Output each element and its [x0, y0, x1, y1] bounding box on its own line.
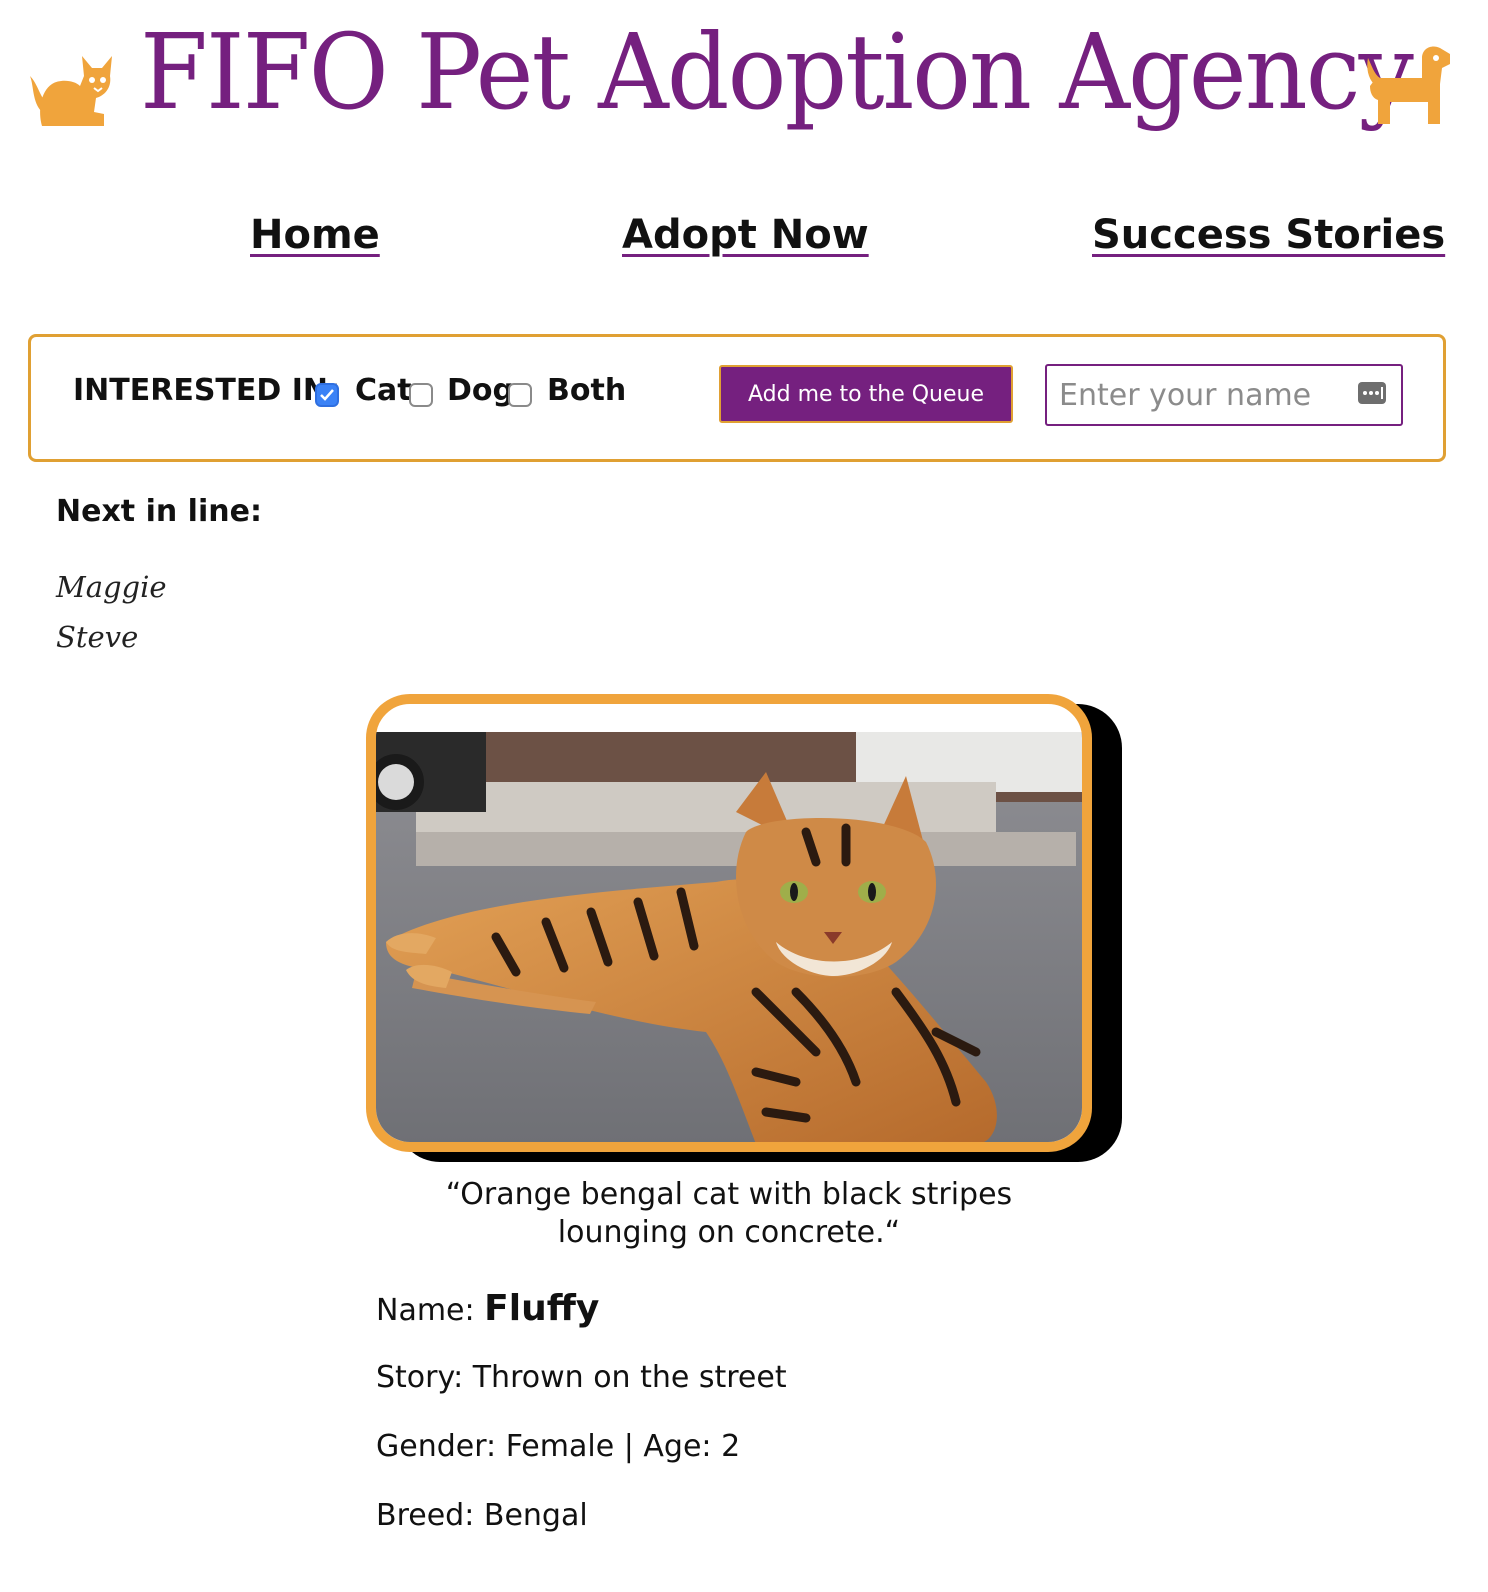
- field-separator: |: [623, 1429, 634, 1464]
- pet-name-label: Name:: [376, 1293, 475, 1328]
- pet-name-row: Name: Fluffy: [376, 1288, 599, 1329]
- nav-adopt-now-link[interactable]: Adopt Now: [622, 212, 869, 258]
- cat-option-label[interactable]: Cat: [355, 373, 412, 408]
- cat-icon: [30, 56, 112, 126]
- password-key-icon[interactable]: [1357, 380, 1387, 406]
- pet-name: Fluffy: [484, 1288, 600, 1329]
- pet-breed-row: Breed: Bengal: [376, 1498, 588, 1533]
- both-checkbox[interactable]: [508, 383, 532, 407]
- pet-story-label: Story:: [376, 1360, 464, 1395]
- waiting-person: Maggie: [56, 570, 167, 604]
- pet-age-label: Age:: [643, 1429, 712, 1464]
- add-to-queue-button[interactable]: Add me to the Queue: [719, 365, 1013, 423]
- waiting-list: Maggie Steve: [56, 562, 167, 662]
- dog-option-label[interactable]: Dog: [447, 373, 514, 408]
- pet-gender-label: Gender:: [376, 1429, 497, 1464]
- nav-home-link[interactable]: Home: [250, 212, 380, 258]
- pet-breed-label: Breed:: [376, 1498, 475, 1533]
- next-in-line-heading: Next in line:: [56, 494, 262, 529]
- pet-age: 2: [721, 1429, 741, 1464]
- dog-checkbox[interactable]: [409, 383, 433, 407]
- interested-in-label: INTERESTED IN:: [73, 373, 340, 408]
- pet-photo: [366, 694, 1092, 1152]
- bengal-cat-image: [376, 732, 1082, 1142]
- pet-photo-caption: “Orange bengal cat with black stripes lo…: [445, 1177, 1013, 1250]
- waiting-person: Steve: [56, 620, 139, 654]
- site-title: FIFO Pet Adoption Agency: [140, 11, 1414, 133]
- pet-story-row: Story: Thrown on the street: [376, 1360, 787, 1395]
- nav-success-stories-link[interactable]: Success Stories: [1092, 212, 1445, 258]
- site-header: FIFO Pet Adoption Agency: [0, 0, 1488, 160]
- pet-gender-age-row: Gender: Female | Age: 2: [376, 1429, 740, 1464]
- pet-gender: Female: [505, 1429, 615, 1464]
- pet-breed: Bengal: [483, 1498, 588, 1533]
- checkmark-icon: [320, 389, 334, 401]
- name-input[interactable]: [1045, 364, 1403, 426]
- pet-story: Thrown on the street: [472, 1360, 787, 1395]
- cat-checkbox[interactable]: [315, 383, 339, 407]
- queue-form: INTERESTED IN: Cat Dog Both Add me to th…: [28, 334, 1446, 462]
- dog-icon: [1367, 46, 1450, 124]
- both-option-label[interactable]: Both: [547, 373, 626, 408]
